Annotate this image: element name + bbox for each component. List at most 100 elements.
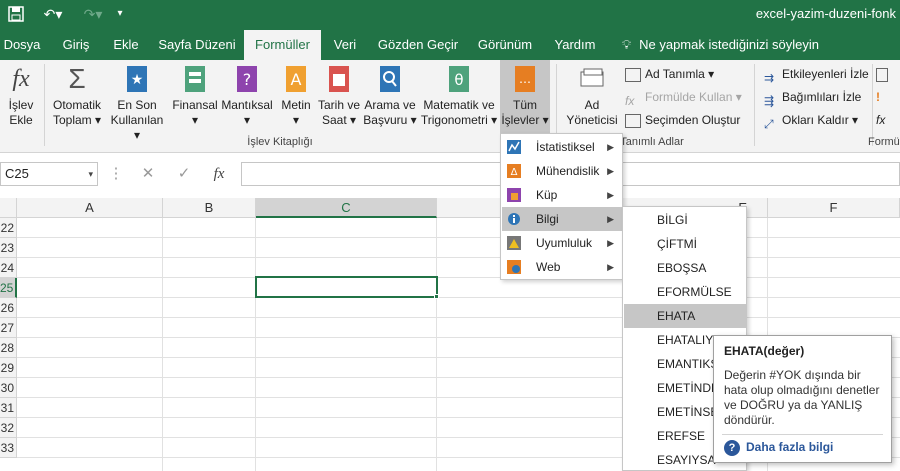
grid-icon bbox=[625, 113, 641, 128]
customize-quick-access-icon[interactable]: ▾ bbox=[112, 4, 128, 24]
tab-home[interactable]: Giriş bbox=[52, 30, 100, 60]
more-info-link[interactable]: ? Daha fazla bilgi bbox=[724, 440, 833, 456]
row-header-selected[interactable]: 25 bbox=[0, 278, 17, 298]
tell-me-box[interactable]: 💡︎ Ne yapmak istediğinizi söyleyin bbox=[622, 30, 819, 60]
chevron-right-icon: ▶ bbox=[607, 214, 614, 224]
select-all-corner[interactable] bbox=[0, 198, 17, 218]
name-box[interactable]: C25 ▾ bbox=[0, 162, 98, 186]
tab-help[interactable]: Yardım bbox=[548, 30, 602, 60]
tab-file[interactable]: Dosya bbox=[0, 30, 44, 60]
show-formulas-icon[interactable] bbox=[876, 64, 892, 84]
more-functions-button[interactable]: … Tüm İşlevler ▾ bbox=[500, 60, 550, 134]
cancel-icon[interactable]: ✕ bbox=[136, 162, 160, 186]
chevron-down-icon: ▾ bbox=[88, 169, 93, 179]
column-header-f[interactable]: F bbox=[768, 198, 900, 218]
name-manager-icon bbox=[578, 64, 606, 94]
tab-page-layout[interactable]: Sayfa Düzeni bbox=[152, 30, 242, 60]
fx-small-icon: fx bbox=[625, 93, 635, 108]
fill-handle[interactable] bbox=[434, 294, 439, 299]
svg-text:?: ? bbox=[243, 70, 252, 89]
remove-arrows-button[interactable]: ⤢ Okları Kaldır ▾ bbox=[764, 110, 858, 131]
ribbon: fx İşlev Ekle Σ Otomatik Toplam ▾ ★ En S… bbox=[0, 60, 900, 153]
insert-function-button[interactable]: fx İşlev Ekle bbox=[2, 64, 40, 128]
column-header-b[interactable]: B bbox=[163, 198, 256, 218]
chevron-right-icon: ▶ bbox=[607, 238, 614, 248]
enter-icon[interactable]: ✓ bbox=[172, 162, 196, 186]
formula-bar: C25 ▾ ⋮ ✕ ✓ fx bbox=[0, 153, 900, 198]
date-time-button[interactable]: Tarih ve Saat ▾ bbox=[316, 64, 362, 128]
math-trig-button[interactable]: θ Matematik ve Trigonometri ▾ bbox=[418, 64, 500, 128]
trace-precedents-label: Etkileyenleri İzle bbox=[782, 67, 869, 81]
save-icon[interactable] bbox=[6, 4, 26, 24]
autosum-label-1: Otomatik bbox=[52, 98, 101, 112]
more-functions-label-2: İşlevler bbox=[501, 113, 540, 127]
menu-item-label: Küp bbox=[536, 188, 558, 202]
row-header[interactable]: 28 bbox=[0, 338, 17, 358]
menu-item-compatibility[interactable]: Uyumluluk ▶ bbox=[502, 231, 622, 255]
svg-text:★: ★ bbox=[131, 72, 144, 88]
menu-item-statistical[interactable]: İstatistiksel ▶ bbox=[502, 135, 622, 159]
name-manager-button[interactable]: Ad Yöneticisi bbox=[562, 64, 622, 128]
menu-item-web[interactable]: Web ▶ bbox=[502, 255, 622, 279]
logical-button[interactable]: ? Mantıksal ▾ bbox=[220, 64, 274, 128]
chevron-right-icon: ▶ bbox=[607, 166, 614, 176]
evaluate-formula-icon[interactable]: fx bbox=[876, 110, 885, 130]
text-functions-button[interactable]: A Metin ▾ bbox=[276, 64, 316, 128]
defined-names-group-label: Tanımlı Adlar bbox=[620, 136, 684, 148]
menu-item-label: Uyumluluk bbox=[536, 236, 593, 250]
use-in-formula-button[interactable]: fx Formülde Kullan ▾ bbox=[625, 87, 742, 108]
create-from-selection-button[interactable]: Seçimden Oluştur bbox=[625, 110, 740, 130]
lookup-reference-button[interactable]: Arama ve Başvuru ▾ bbox=[362, 64, 418, 128]
remove-arrows-icon: ⤢ bbox=[764, 116, 774, 131]
function-item[interactable]: BİLGİ bbox=[624, 208, 746, 232]
row-header[interactable]: 30 bbox=[0, 378, 17, 398]
ribbon-divider bbox=[754, 64, 755, 146]
menu-item-engineering[interactable]: Δ Mühendislik ▶ bbox=[502, 159, 622, 183]
recently-used-button[interactable]: ★ En Son Kullanılan ▾ bbox=[106, 64, 168, 143]
row-header[interactable]: 27 bbox=[0, 318, 17, 338]
row-header[interactable]: 24 bbox=[0, 258, 17, 278]
row-header[interactable]: 31 bbox=[0, 398, 17, 418]
trace-dependents-button[interactable]: ⇶ Bağımlıları İzle bbox=[764, 87, 861, 108]
tab-insert[interactable]: Ekle bbox=[106, 30, 146, 60]
function-item[interactable]: EFORMÜLSE bbox=[624, 280, 746, 304]
date-time-label-2: Saat bbox=[321, 113, 347, 127]
row-header[interactable]: 22 bbox=[0, 218, 17, 238]
function-item[interactable]: ÇİFTMİ bbox=[624, 232, 746, 256]
row-header[interactable]: 32 bbox=[0, 418, 17, 438]
redo-icon[interactable]: ↷▾ bbox=[78, 4, 108, 24]
selected-cell-c25[interactable] bbox=[255, 276, 438, 298]
row-header[interactable]: 23 bbox=[0, 238, 17, 258]
insert-function-icon[interactable]: fx bbox=[207, 162, 231, 186]
trace-dependents-icon: ⇶ bbox=[764, 93, 775, 108]
row-header[interactable]: 33 bbox=[0, 438, 17, 458]
undo-icon[interactable]: ↶▾ bbox=[38, 4, 68, 24]
window-title: excel-yazim-duzeni-fonk bbox=[755, 6, 896, 21]
more-info-label: Daha fazla bilgi bbox=[746, 440, 834, 455]
tab-formulas[interactable]: Formüller bbox=[244, 30, 321, 60]
autosum-button[interactable]: Σ Otomatik Toplam ▾ bbox=[48, 64, 106, 128]
menu-item-label: İstatistiksel bbox=[536, 140, 595, 154]
menu-item-information[interactable]: Bilgi ▶ bbox=[502, 207, 622, 231]
define-name-button[interactable]: Ad Tanımla ▾ bbox=[625, 64, 714, 84]
svg-text:θ: θ bbox=[454, 71, 463, 89]
menu-item-cube[interactable]: Küp ▶ bbox=[502, 183, 622, 207]
row-header[interactable]: 26 bbox=[0, 298, 17, 318]
trace-precedents-button[interactable]: ⇉ Etkileyenleri İzle bbox=[764, 64, 869, 85]
tab-review[interactable]: Gözden Geçir bbox=[373, 30, 463, 60]
function-item-ehata[interactable]: EHATA bbox=[624, 304, 746, 328]
row-header[interactable]: 29 bbox=[0, 358, 17, 378]
lookup-label-2: Başvuru bbox=[363, 113, 408, 127]
financial-button[interactable]: Finansal ▾ bbox=[170, 64, 220, 128]
menu-item-label: Web bbox=[536, 260, 561, 274]
create-from-selection-label: Seçimden Oluştur bbox=[645, 113, 741, 127]
error-checking-icon[interactable]: ! bbox=[876, 87, 880, 107]
column-header-c[interactable]: C bbox=[256, 198, 437, 218]
tag-icon bbox=[625, 67, 641, 82]
lookup-book-icon bbox=[376, 64, 404, 94]
column-header-a[interactable]: A bbox=[17, 198, 163, 218]
tab-view[interactable]: Görünüm bbox=[470, 30, 540, 60]
formula-auditing-group-label: Formü bbox=[868, 136, 900, 148]
tab-data[interactable]: Veri bbox=[327, 30, 363, 60]
function-item[interactable]: EBOŞSA bbox=[624, 256, 746, 280]
